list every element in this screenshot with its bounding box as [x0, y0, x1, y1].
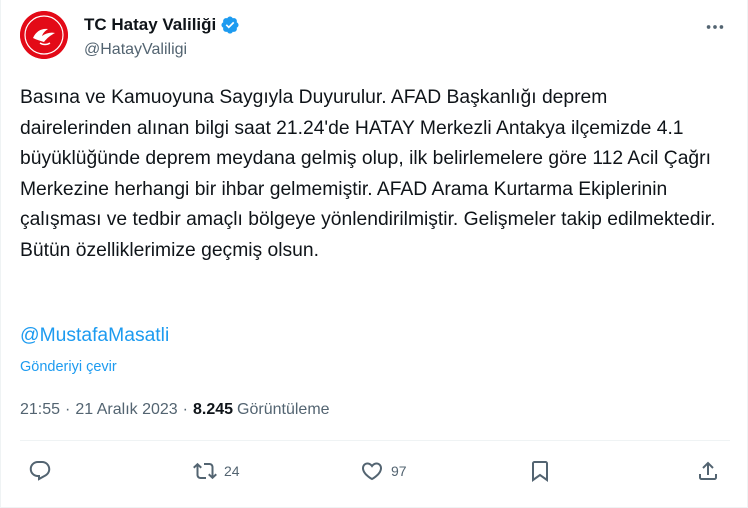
- meta-separator: ·: [182, 401, 188, 418]
- avatar[interactable]: [20, 11, 68, 59]
- share-icon: [699, 461, 717, 480]
- tweet-date[interactable]: 21 Aralık 2023: [75, 398, 177, 422]
- bookmark-icon: [532, 461, 548, 482]
- bookmark-button[interactable]: [528, 458, 552, 484]
- tweet-meta: 21:55 · 21 Aralık 2023 · 8.245 Görüntüle…: [20, 398, 330, 422]
- reply-icon: [29, 461, 51, 481]
- action-divider: [20, 440, 730, 441]
- author-display-name[interactable]: TC Hatay Valiliği: [84, 15, 216, 35]
- tweet-time[interactable]: 21:55: [20, 398, 60, 422]
- views-label: Görüntüleme: [237, 401, 330, 418]
- mention-link[interactable]: @MustafaMasatli: [20, 321, 169, 351]
- meta-separator: ·: [65, 401, 71, 418]
- tweet-text: Basına ve Kamuoyuna Saygıyla Duyurulur. …: [20, 87, 716, 261]
- tweet-card: TC Hatay Valiliği @HatayValiligi Basına …: [0, 0, 748, 508]
- like-count: 97: [391, 463, 407, 479]
- reply-button[interactable]: [28, 458, 52, 484]
- author-name-row[interactable]: TC Hatay Valiliği: [84, 14, 240, 36]
- more-dots-icon: [706, 25, 724, 29]
- retweet-button[interactable]: 24: [193, 458, 240, 484]
- author-handle[interactable]: @HatayValiligi: [84, 41, 187, 59]
- like-button[interactable]: 97: [360, 458, 407, 484]
- hatay-logo-icon: [20, 11, 68, 59]
- more-options-button[interactable]: [700, 15, 730, 39]
- retweet-count: 24: [224, 463, 240, 479]
- heart-icon: [361, 462, 383, 481]
- retweet-icon: [193, 462, 217, 480]
- translate-post-link[interactable]: Gönderiyi çevir: [20, 357, 117, 377]
- views-count: 8.245: [193, 401, 234, 418]
- verified-badge-icon: [221, 16, 239, 34]
- share-button[interactable]: [696, 458, 720, 484]
